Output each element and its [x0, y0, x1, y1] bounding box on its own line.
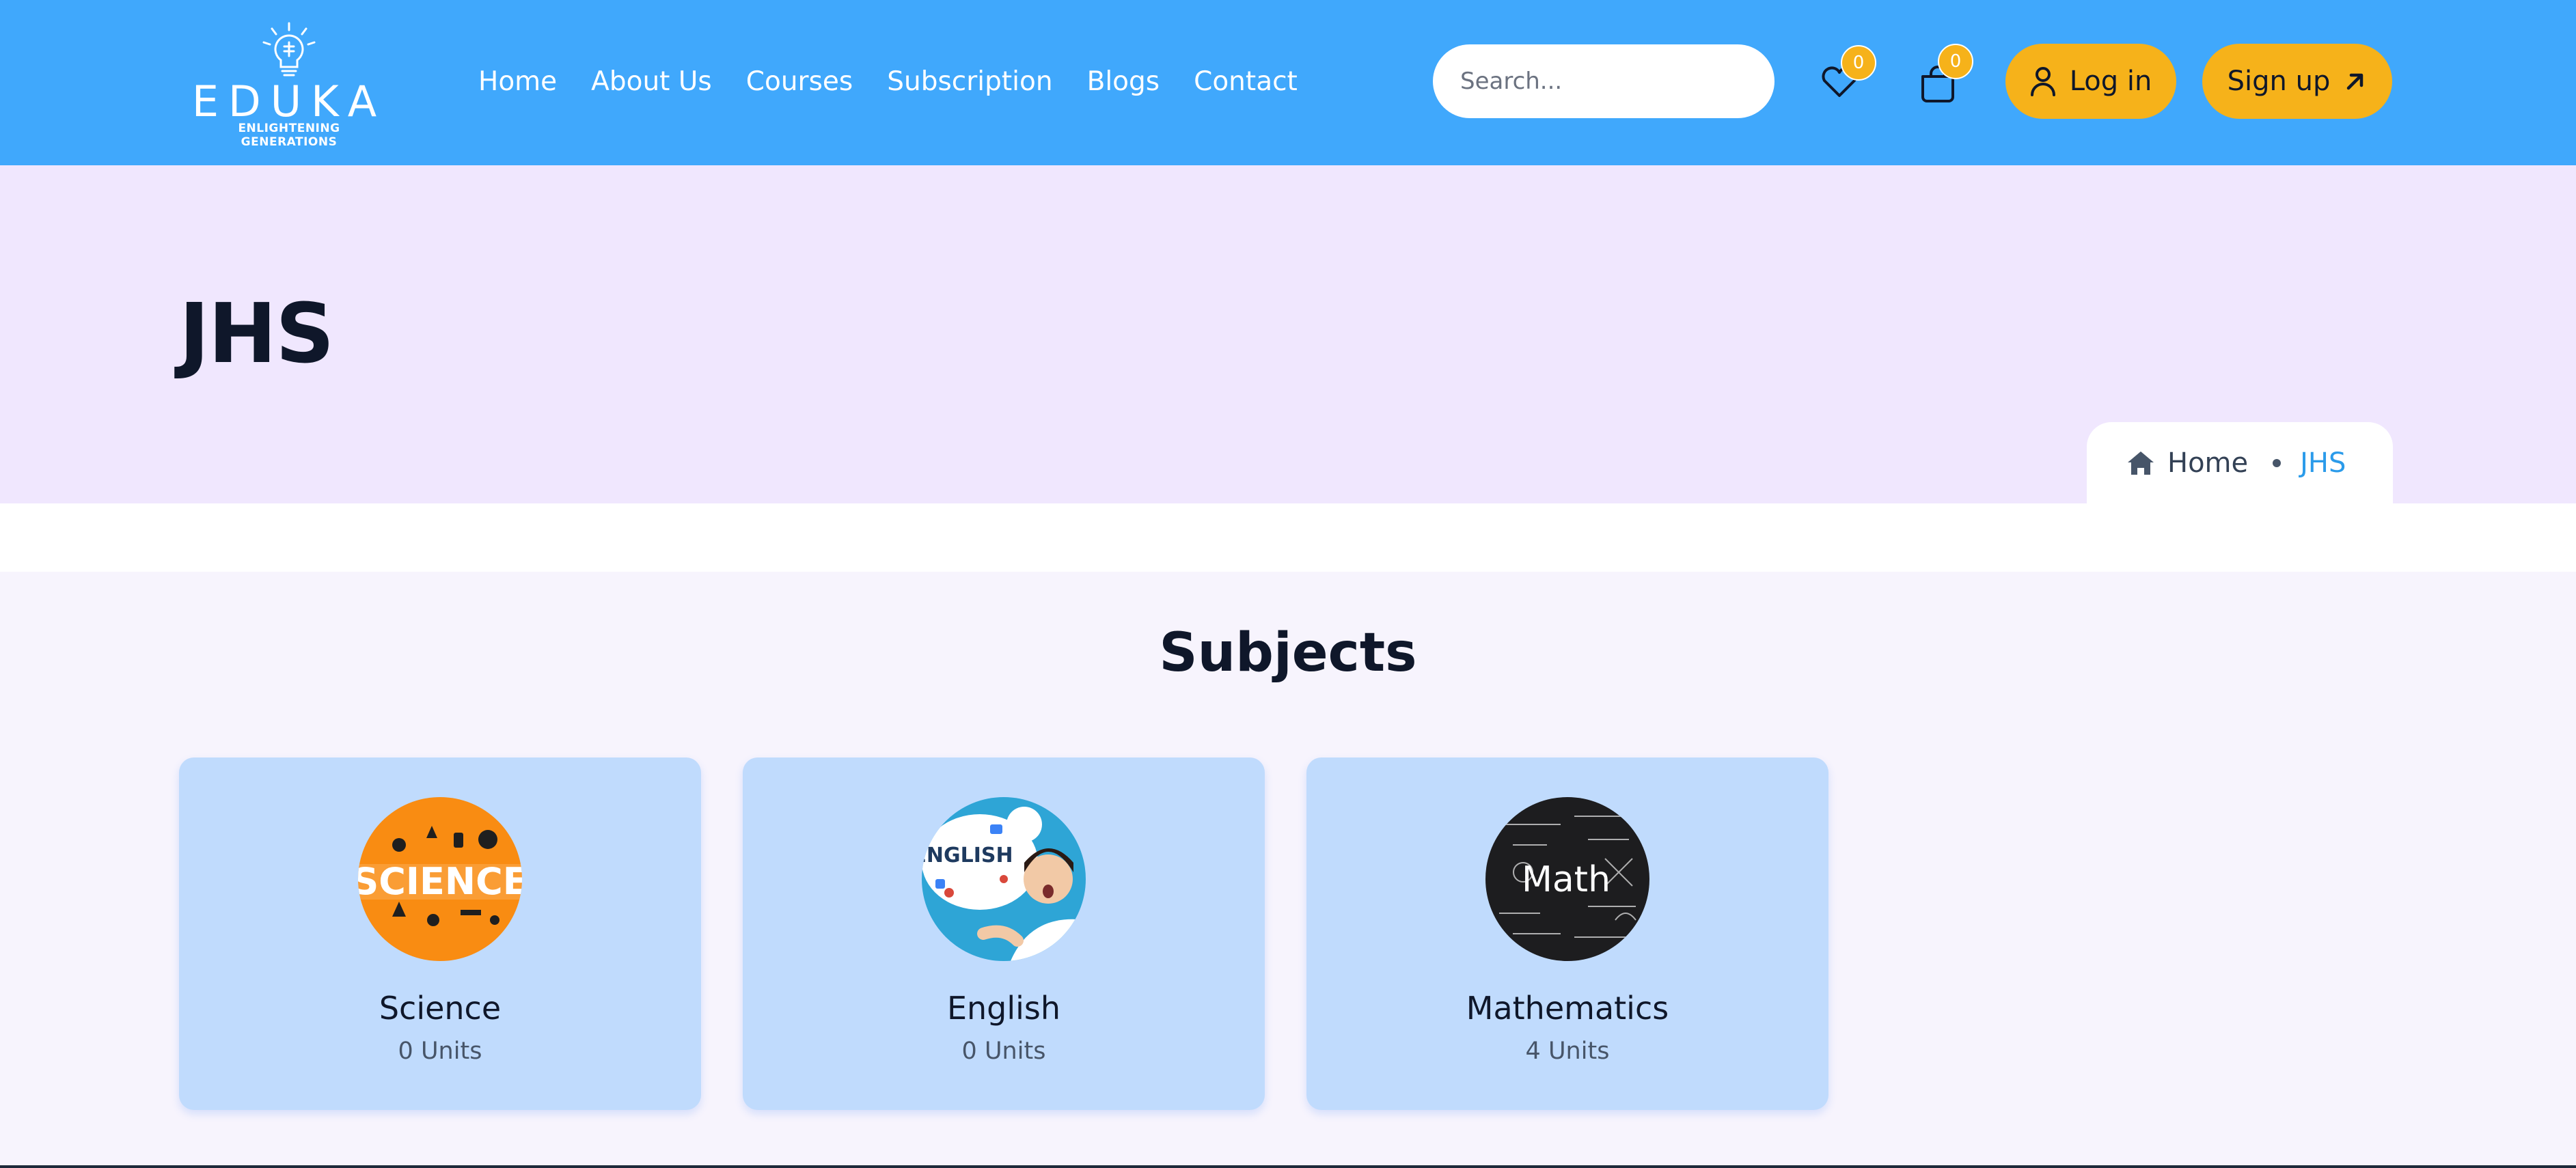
page-bottom-border — [0, 1165, 2576, 1168]
nav-contact[interactable]: Contact — [1194, 64, 1298, 100]
subject-title: English — [946, 990, 1061, 1027]
signup-button[interactable]: Sign up — [2202, 44, 2392, 119]
subject-title: Mathematics — [1466, 990, 1669, 1027]
svg-text:Math: Math — [1522, 859, 1611, 900]
main-nav: Home About Us Courses Subscription Blogs… — [478, 64, 1298, 100]
site-logo[interactable]: EDUKA ENLIGHTENING GENERATIONS — [190, 22, 388, 149]
signup-label: Sign up — [2227, 66, 2331, 97]
brand-tagline: ENLIGHTENING GENERATIONS — [238, 122, 340, 149]
english-thumbnail: ENGLISH — [922, 797, 1086, 961]
home-icon — [2128, 451, 2154, 475]
user-icon — [2030, 67, 2055, 96]
breadcrumb-separator — [2273, 459, 2282, 467]
breadcrumb-home[interactable]: Home — [2126, 447, 2248, 479]
nav-blogs[interactable]: Blogs — [1087, 64, 1160, 100]
nav-home[interactable]: Home — [478, 64, 557, 100]
subject-card-english[interactable]: ENGLISH English 0 Units — [743, 757, 1265, 1110]
cart-button[interactable]: 0 — [1910, 44, 1973, 107]
nav-courses[interactable]: Courses — [746, 64, 853, 100]
breadcrumb-current: JHS — [2300, 447, 2346, 479]
breadcrumb: Home JHS — [2087, 422, 2393, 504]
subject-units: 0 Units — [961, 1038, 1046, 1065]
brand-name: EDUKA — [191, 77, 387, 126]
site-header: EDUKA ENLIGHTENING GENERATIONS Home Abou… — [0, 0, 2576, 165]
search-input[interactable] — [1433, 44, 1775, 118]
login-label: Log in — [2069, 66, 2152, 97]
lightbulb-icon — [262, 22, 316, 77]
subject-card-mathematics[interactable]: Math Mathematics 4 Units — [1306, 757, 1828, 1110]
page-title: JHS — [179, 287, 335, 382]
arrow-up-right-icon — [2347, 73, 2363, 90]
page-hero: JHS Home JHS — [0, 165, 2576, 504]
subject-card-science[interactable]: SCIENCE Science 0 Units — [179, 757, 701, 1110]
subject-units: 4 Units — [1525, 1038, 1610, 1065]
subject-units: 0 Units — [398, 1038, 482, 1065]
nav-subscription[interactable]: Subscription — [887, 64, 1052, 100]
subject-title: Science — [379, 990, 502, 1027]
nav-about-us[interactable]: About Us — [591, 64, 712, 100]
svg-text:ENGLISH: ENGLISH — [922, 844, 1013, 867]
subjects-section: Subjects SCIENCE Science 0 Units ENGLISH… — [0, 572, 2576, 1168]
cart-count-badge: 0 — [1938, 44, 1973, 79]
science-thumbnail: SCIENCE — [358, 797, 522, 961]
math-thumbnail: Math — [1485, 797, 1649, 961]
wishlist-button[interactable]: 0 — [1812, 45, 1876, 107]
svg-text:SCIENCE: SCIENCE — [358, 860, 522, 903]
breadcrumb-home-label: Home — [2167, 447, 2249, 479]
subjects-heading: Subjects — [1159, 622, 1417, 684]
login-button[interactable]: Log in — [2005, 44, 2176, 119]
wishlist-count-badge: 0 — [1841, 45, 1876, 81]
